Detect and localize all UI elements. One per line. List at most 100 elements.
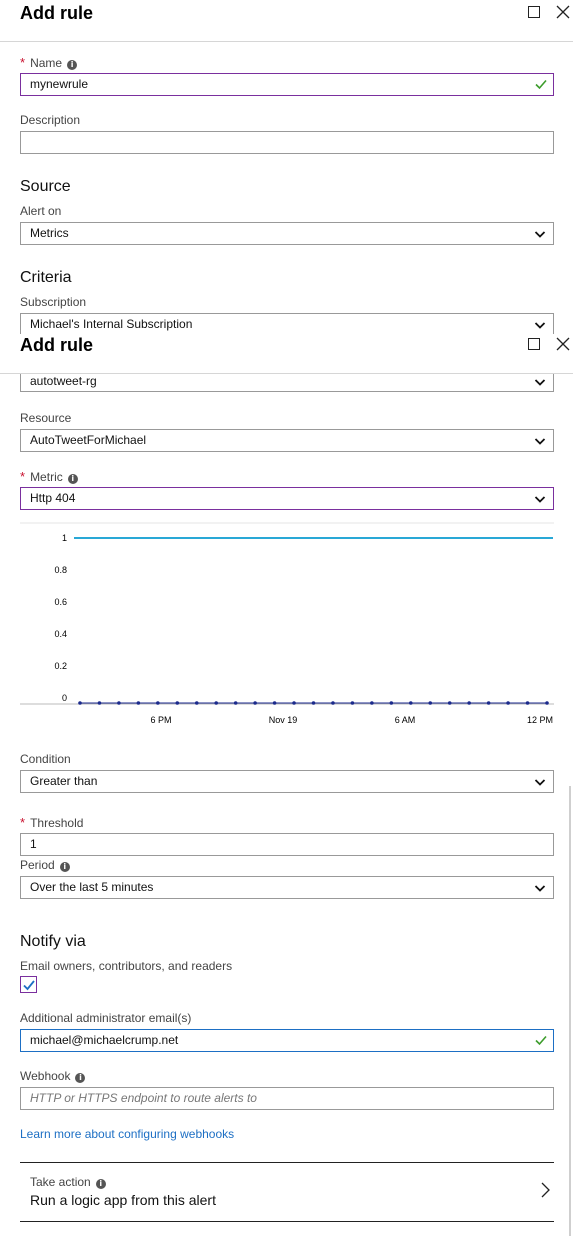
- maximize-icon[interactable]: [528, 6, 540, 18]
- data-point: [78, 701, 82, 705]
- alert-on-value: Metrics: [30, 226, 69, 240]
- period-label: Period: [20, 858, 55, 872]
- name-input[interactable]: mynewrule: [20, 73, 554, 96]
- chevron-down-icon: [534, 231, 546, 238]
- info-icon[interactable]: i: [67, 474, 78, 484]
- threshold-label: Threshold: [30, 816, 84, 830]
- threshold-value: 1: [30, 837, 37, 851]
- period-value: Over the last 5 minutes: [30, 880, 154, 894]
- name-label-row: * Name i: [20, 55, 78, 70]
- chevron-down-icon: [534, 438, 546, 445]
- admin-email-label: Additional administrator email(s): [20, 1011, 192, 1025]
- data-point: [194, 701, 199, 705]
- scrollbar[interactable]: [569, 786, 571, 1236]
- data-point: [175, 701, 180, 705]
- y-tick-label: 0.2: [54, 661, 67, 671]
- threshold-input[interactable]: 1: [20, 833, 554, 856]
- notify-heading: Notify via: [20, 933, 86, 950]
- info-icon[interactable]: i: [95, 1179, 106, 1189]
- required-asterisk: *: [20, 815, 26, 830]
- checkmark-icon: [535, 1035, 547, 1046]
- learn-more-link[interactable]: Learn more about configuring webhooks: [20, 1127, 234, 1141]
- data-point: [486, 701, 491, 705]
- x-tick-label: Nov 19: [269, 715, 298, 725]
- subscription-select[interactable]: Michael's Internal Subscription: [20, 313, 554, 336]
- chevron-right-icon: [541, 1182, 550, 1198]
- admin-email-value: michael@michaelcrump.net: [30, 1033, 179, 1047]
- chevron-down-icon: [534, 496, 546, 503]
- subscription-value: Michael's Internal Subscription: [30, 317, 193, 331]
- alert-on-label: Alert on: [20, 204, 62, 218]
- period-select[interactable]: Over the last 5 minutes: [20, 876, 554, 899]
- data-point: [428, 701, 433, 705]
- info-icon[interactable]: i: [67, 60, 78, 70]
- resource-label: Resource: [20, 411, 72, 425]
- data-point: [447, 701, 452, 705]
- threshold-label-row: * Threshold: [20, 815, 83, 830]
- resource-group-select[interactable]: autotweet-rg: [20, 374, 554, 392]
- close-icon[interactable]: [556, 5, 572, 21]
- chevron-down-icon: [534, 885, 546, 892]
- x-tick-label: 6 PM: [150, 715, 171, 725]
- take-action-value: Run a logic app from this alert: [30, 1192, 216, 1208]
- condition-value: Greater than: [30, 774, 98, 788]
- data-point: [136, 701, 141, 705]
- description-label: Description: [20, 113, 81, 127]
- data-point: [292, 701, 296, 705]
- criteria-heading: Criteria: [20, 269, 72, 286]
- resource-group-value: autotweet-rg: [30, 374, 97, 388]
- take-action-label: Take action: [30, 1175, 91, 1189]
- blade2-title: Add rule: [20, 335, 94, 355]
- required-asterisk: *: [20, 55, 26, 70]
- metric-select[interactable]: Http 404: [20, 487, 554, 510]
- data-point: [331, 701, 335, 705]
- data-point: [253, 701, 257, 705]
- take-action-label-row: Take action i: [30, 1175, 106, 1189]
- metric-value: Http 404: [30, 491, 76, 505]
- subscription-label: Subscription: [20, 295, 87, 309]
- take-action-bottom-divider: [20, 1221, 554, 1222]
- data-point: [408, 701, 413, 705]
- checkmark-icon: [535, 79, 547, 90]
- info-icon[interactable]: i: [59, 862, 70, 872]
- data-point: [545, 701, 549, 705]
- take-action-row[interactable]: Take action i Run a logic app from this a…: [20, 1163, 554, 1220]
- y-tick-label: 0.8: [54, 565, 67, 575]
- blade1-title: Add rule: [20, 3, 94, 23]
- x-tick-label: 12 PM: [527, 715, 553, 725]
- data-point: [506, 701, 510, 705]
- condition-select[interactable]: Greater than: [20, 770, 554, 793]
- header-divider: [0, 41, 573, 42]
- data-point: [272, 701, 277, 705]
- email-owners-checkbox[interactable]: [20, 976, 37, 993]
- condition-label: Condition: [20, 752, 71, 766]
- checkmark-icon: [22, 979, 35, 990]
- x-tick-label: 6 AM: [395, 715, 416, 725]
- chevron-down-icon: [534, 322, 546, 329]
- maximize-icon[interactable]: [528, 338, 540, 350]
- period-label-row: Period i: [20, 858, 70, 872]
- resource-select[interactable]: AutoTweetForMichael: [20, 429, 554, 452]
- data-point: [370, 701, 374, 705]
- metric-chart: 1 0.8 0.6 0.4 0.2 0 6 PM Nov 19 6 AM 12 PM: [20, 522, 554, 725]
- y-tick-label: 0.4: [54, 629, 67, 639]
- data-point: [467, 701, 471, 705]
- chevron-down-icon: [534, 779, 546, 786]
- admin-email-input[interactable]: michael@michaelcrump.net: [20, 1029, 554, 1052]
- info-icon[interactable]: i: [75, 1073, 86, 1083]
- resource-value: AutoTweetForMichael: [30, 433, 147, 447]
- metric-label: Metric: [30, 470, 63, 484]
- close-icon[interactable]: [556, 337, 572, 353]
- source-heading: Source: [20, 178, 71, 195]
- data-point: [233, 701, 238, 705]
- y-tick-label: 1: [62, 533, 67, 543]
- y-tick-label: 0: [62, 693, 67, 703]
- data-point: [117, 701, 121, 705]
- data-point: [156, 701, 160, 705]
- required-asterisk: *: [20, 469, 26, 484]
- data-point: [525, 701, 530, 705]
- data-point: [214, 701, 219, 705]
- alert-on-select[interactable]: Metrics: [20, 222, 554, 245]
- webhook-input[interactable]: HTTP or HTTPS endpoint to route alerts t…: [20, 1087, 554, 1110]
- description-input[interactable]: [20, 131, 554, 154]
